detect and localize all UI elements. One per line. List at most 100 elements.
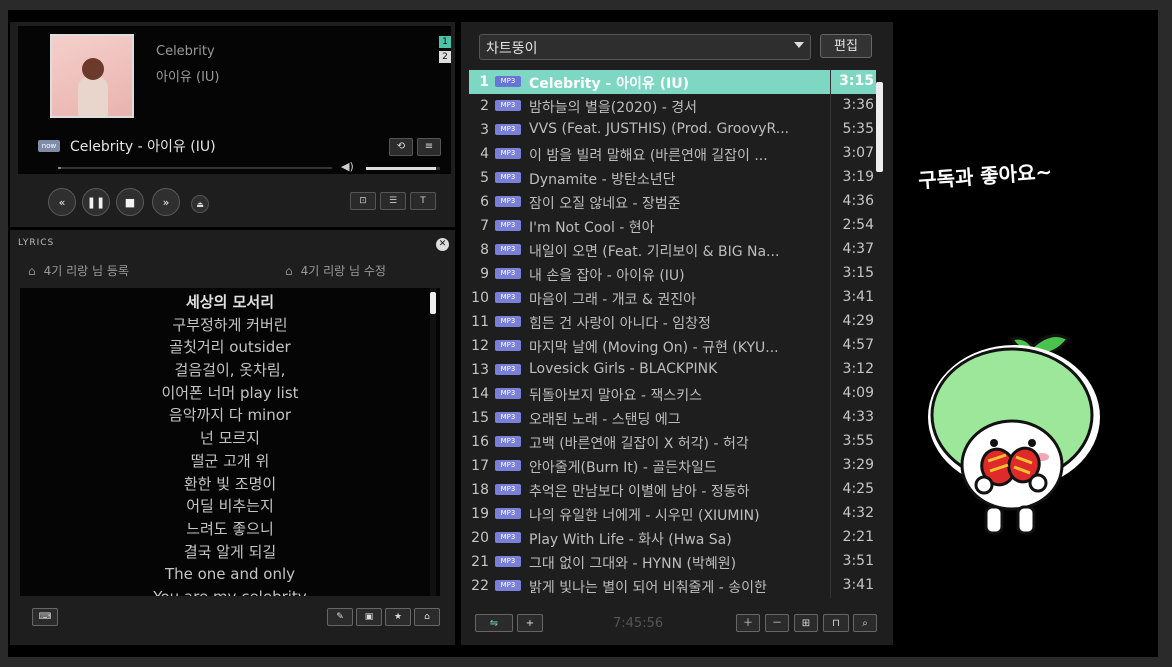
track-number: 10 xyxy=(471,290,489,306)
mini-indicator-2[interactable]: 2 xyxy=(439,51,451,63)
add-icon[interactable]: ＋ xyxy=(736,614,760,632)
close-icon[interactable]: ✕ xyxy=(436,238,449,251)
lyrics-header: LYRICS xyxy=(18,238,55,248)
text-view-icon[interactable]: T xyxy=(410,192,436,210)
track-number: 18 xyxy=(471,482,489,498)
volume-icon[interactable]: ◀) xyxy=(341,160,354,173)
playlist-select[interactable]: 차트뚱이 xyxy=(479,34,811,60)
track-title: I'm Not Cool - 현아 xyxy=(529,220,655,236)
track-row[interactable]: 2 MP3 밤하늘의 별을(2020) - 경서 3:36 xyxy=(469,94,876,118)
track-row[interactable]: 8 MP3 내일이 오면 (Feat. 기리보이 & BIG Na... 4:37 xyxy=(469,238,876,262)
format-badge: MP3 xyxy=(495,436,521,447)
playlist-name: 차트뚱이 xyxy=(486,41,538,57)
track-duration: 3:51 xyxy=(842,553,874,569)
track-title: 안아줄게(Burn It) - 골든차일드 xyxy=(529,460,717,476)
lyrics-scroll-thumb[interactable] xyxy=(430,292,436,314)
track-row[interactable]: 4 MP3 이 밤을 빌려 말해요 (바른연애 길잡이 ... 3:07 xyxy=(469,142,876,166)
lyric-line: You are my celebrity xyxy=(20,586,440,596)
track-number: 16 xyxy=(471,434,489,450)
lyric-line: 걸음걸이, 옷차림, xyxy=(174,361,286,380)
volume-slider[interactable] xyxy=(366,167,440,170)
format-badge: MP3 xyxy=(495,556,521,567)
track-title: 밝게 빛나는 별이 되어 비춰줄게 - 송이한 xyxy=(529,580,767,596)
track-row[interactable]: 7 MP3 I'm Not Cool - 현아 2:54 xyxy=(469,214,876,238)
track-title: 내 손을 잡아 - 아이유 (IU) xyxy=(529,268,685,284)
album-art xyxy=(50,34,134,118)
track-number: 15 xyxy=(471,410,489,426)
track-number: 5 xyxy=(480,170,489,186)
eject-button[interactable]: ⏏ xyxy=(191,195,209,213)
format-badge: MP3 xyxy=(495,508,521,519)
track-row[interactable]: 14 MP3 뒤돌아보지 말아요 - 잭스키스 4:09 xyxy=(469,382,876,406)
track-duration: 3:29 xyxy=(842,457,874,473)
track-duration: 4:37 xyxy=(842,241,874,257)
track-row[interactable]: 17 MP3 안아줄게(Burn It) - 골든차일드 3:29 xyxy=(469,454,876,478)
usb-icon[interactable]: ⇋ xyxy=(475,614,513,632)
prev-button[interactable]: « xyxy=(48,188,76,216)
credit-register: ⌂ 4기 리랑 님 등록 xyxy=(28,262,129,279)
sort-icon[interactable]: ⊓ xyxy=(823,614,849,632)
track-duration: 3:41 xyxy=(842,289,874,305)
track-row[interactable]: 12 MP3 마지막 날에 (Moving On) - 규현 (KYU... 4:57 xyxy=(469,334,876,358)
track-row[interactable]: 16 MP3 고백 (바른연애 길잡이 X 허각) - 허각 3:55 xyxy=(469,430,876,454)
format-badge: MP3 xyxy=(495,364,521,375)
album-figure-body xyxy=(78,76,108,116)
track-title: 그대 없이 그대와 - HYNN (박혜원) xyxy=(529,556,737,572)
track-duration: 3:19 xyxy=(842,169,874,185)
format-badge: MP3 xyxy=(495,412,521,423)
mascot-illustration xyxy=(928,333,1100,535)
next-button[interactable]: » xyxy=(152,188,180,216)
track-row[interactable]: 11 MP3 힘든 건 사랑이 아니다 - 임창정 4:29 xyxy=(469,310,876,334)
format-badge: MP3 xyxy=(495,340,521,351)
track-row[interactable]: 18 MP3 추억은 만남보다 이별에 남아 - 정동하 4:25 xyxy=(469,478,876,502)
mini-mode-icon[interactable]: ⊡ xyxy=(350,192,376,210)
playlist-scroll-thumb[interactable] xyxy=(876,82,883,172)
track-row[interactable]: 15 MP3 오래된 노래 - 스탠딩 에그 4:33 xyxy=(469,406,876,430)
pause-button[interactable]: ❚❚ xyxy=(82,188,110,216)
track-duration: 4:25 xyxy=(842,481,874,497)
track-row[interactable]: 13 MP3 Lovesick Girls - BLACKPINK 3:12 xyxy=(469,358,876,382)
track-title: 밤하늘의 별을(2020) - 경서 xyxy=(529,100,697,116)
seek-bar[interactable] xyxy=(58,167,332,169)
bell-icon[interactable]: ⌂ xyxy=(414,608,440,626)
track-row[interactable]: 3 MP3 VVS (Feat. JUSTHIS) (Prod. GroovyR..… xyxy=(469,118,876,142)
track-row[interactable]: 20 MP3 Play With Life - 화사 (Hwa Sa) 2:21 xyxy=(469,526,876,550)
repeat-icon[interactable]: ⟲ xyxy=(389,138,413,156)
lyrics-scrollbar[interactable] xyxy=(430,288,436,596)
search-icon[interactable]: ⌕ xyxy=(853,614,877,632)
track-title: VVS (Feat. JUSTHIS) (Prod. GroovyR... xyxy=(529,121,790,137)
track-row[interactable]: 10 MP3 마음이 그래 - 개코 & 권진아 3:41 xyxy=(469,286,876,310)
mini-indicator-1[interactable]: 1 xyxy=(439,36,451,48)
lyric-line: 떨군 고개 위 xyxy=(190,451,270,470)
list-view-icon[interactable]: ☰ xyxy=(380,192,406,210)
shuffle-icon[interactable]: ≡ xyxy=(417,138,441,156)
player-panel: Celebrity 아이유 (IU) 1 2 now Celebrity - 아… xyxy=(10,22,455,227)
track-duration: 3:15 xyxy=(839,73,874,89)
mascot-sticker xyxy=(928,333,1100,535)
save-icon[interactable]: ▣ xyxy=(356,608,382,626)
keyboard-icon[interactable]: ⌨ xyxy=(32,608,58,626)
track-row[interactable]: 5 MP3 Dynamite - 방탄소년단 3:19 xyxy=(469,166,876,190)
remove-icon[interactable]: － xyxy=(765,614,789,632)
stop-button[interactable]: ■ xyxy=(116,188,144,216)
lyric-line: 음악까지 다 minor xyxy=(168,406,292,425)
now-playing-title: Celebrity - 아이유 (IU) xyxy=(70,139,216,155)
format-badge: MP3 xyxy=(495,100,521,111)
pencil-icon[interactable]: ✎ xyxy=(327,608,353,626)
track-duration: 4:57 xyxy=(842,337,874,353)
track-row[interactable]: 21 MP3 그대 없이 그대와 - HYNN (박혜원) 3:51 xyxy=(469,550,876,574)
star-icon[interactable]: ★ xyxy=(385,608,411,626)
track-row[interactable]: 19 MP3 나의 유일한 너에게 - 시우민 (XIUMIN) 4:32 xyxy=(469,502,876,526)
track-number: 19 xyxy=(471,506,489,522)
grid-icon[interactable]: ⊞ xyxy=(794,614,818,632)
track-list[interactable]: 1 MP3 Celebrity - 아이유 (IU) 3:15 2 MP3 밤하늘의 별을(… xyxy=(469,70,876,598)
track-row[interactable]: 9 MP3 내 손을 잡아 - 아이유 (IU) 3:15 xyxy=(469,262,876,286)
lyrics-text-area[interactable]: 세상의 모서리 구부정하게 커버린 골칫거리 outsider 걸음걸이, 옷차림, 이… xyxy=(20,288,440,596)
edit-button[interactable]: 편집 xyxy=(820,34,872,58)
track-row[interactable]: 22 MP3 밝게 빛나는 별이 되어 비춰줄게 - 송이한 3:41 xyxy=(469,574,876,598)
track-artist: 아이유 (IU) xyxy=(156,70,220,85)
track-row[interactable]: 1 MP3 Celebrity - 아이유 (IU) 3:15 xyxy=(469,70,876,94)
track-row[interactable]: 6 MP3 잠이 오질 않네요 - 장범준 4:36 xyxy=(469,190,876,214)
track-number: 4 xyxy=(480,146,489,162)
add-file-icon[interactable]: + xyxy=(517,614,543,632)
